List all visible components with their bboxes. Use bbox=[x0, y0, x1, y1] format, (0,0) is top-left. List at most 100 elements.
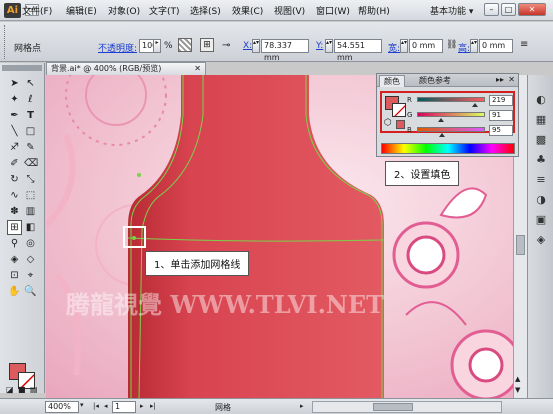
prev-page-icon[interactable]: ◂ bbox=[104, 402, 108, 410]
document-tab[interactable]: 背景.ai* @ 400% (RGB/预览) ✕ bbox=[46, 62, 206, 75]
scroll-up-icon[interactable]: ▲ bbox=[515, 375, 520, 383]
gradient-tool-icon[interactable]: ◧ bbox=[24, 221, 37, 234]
tab-color[interactable]: 颜色 bbox=[379, 75, 405, 87]
opacity-dropdown-icon[interactable]: ▸ bbox=[153, 39, 161, 53]
width-stepper[interactable]: ▴▾ bbox=[400, 39, 408, 53]
color-panel-icon[interactable]: ◐ bbox=[534, 93, 548, 107]
slider-red[interactable]: R 219 bbox=[407, 94, 515, 108]
warp-tool-icon[interactable]: ∿ bbox=[8, 189, 21, 202]
column-graph-tool-icon[interactable]: ▥ bbox=[24, 205, 37, 218]
web-safe-swatch[interactable] bbox=[396, 120, 405, 129]
tab-color-guide[interactable]: 颜色参考 bbox=[415, 75, 455, 87]
artboard-tool-icon[interactable]: ⊡ bbox=[8, 269, 21, 282]
reference-point-icon[interactable]: ⊞ bbox=[200, 38, 214, 52]
layers-icon[interactable]: ◈ bbox=[534, 233, 548, 247]
width-input[interactable]: 0 mm bbox=[409, 39, 443, 53]
link-icon[interactable]: ⛓ bbox=[446, 40, 457, 50]
symbol-sprayer-tool-icon[interactable]: ✽ bbox=[8, 205, 21, 218]
zoom-field[interactable]: 400% bbox=[45, 401, 79, 413]
slider-blue-thumb[interactable] bbox=[439, 133, 446, 137]
workspace-switcher[interactable]: 基本功能 ▾ bbox=[430, 4, 473, 17]
type-tool-icon[interactable]: T bbox=[24, 109, 37, 122]
close-button[interactable]: ✕ bbox=[518, 3, 546, 16]
slider-blue-track[interactable] bbox=[417, 127, 485, 132]
align-icon[interactable]: ⊸ bbox=[222, 40, 230, 51]
mesh-tool-icon[interactable]: ⊞ bbox=[7, 220, 22, 235]
graphic-styles-icon[interactable]: ▣ bbox=[534, 213, 548, 227]
symbols-icon[interactable]: ♣ bbox=[534, 153, 548, 167]
slider-green-track[interactable] bbox=[417, 112, 485, 117]
gradient-mode-icon[interactable]: ▤ bbox=[30, 385, 38, 394]
menu-type[interactable]: 文字(T) bbox=[149, 4, 180, 17]
out-of-gamut-icon[interactable]: ⬡ bbox=[384, 118, 392, 128]
menu-object[interactable]: 对象(O) bbox=[108, 4, 140, 17]
rotate-tool-icon[interactable]: ↻ bbox=[8, 173, 21, 186]
width-label[interactable]: 宽: bbox=[388, 41, 400, 54]
menu-window[interactable]: 窗口(W) bbox=[316, 4, 350, 17]
scale-tool-icon[interactable]: ⤡ bbox=[24, 173, 37, 186]
maximize-button[interactable]: □ bbox=[501, 3, 516, 16]
color-guide-icon[interactable]: ▦ bbox=[534, 113, 548, 127]
live-paint-selection-tool-icon[interactable]: ◇ bbox=[24, 253, 37, 266]
first-page-icon[interactable]: |◂ bbox=[93, 402, 99, 410]
panel-close-icon[interactable]: ✕ bbox=[508, 75, 515, 84]
eraser-tool-icon[interactable]: ⌫ bbox=[24, 157, 38, 170]
blend-tool-icon[interactable]: ◎ bbox=[24, 237, 37, 250]
scroll-thumb[interactable] bbox=[516, 235, 525, 255]
h-scroll-thumb[interactable] bbox=[373, 403, 413, 411]
color-mode-icon[interactable]: ■ bbox=[18, 385, 26, 394]
magic-wand-tool-icon[interactable]: ✦ bbox=[8, 93, 21, 106]
height-input[interactable]: 0 mm bbox=[479, 39, 513, 53]
mesh-point[interactable] bbox=[137, 173, 141, 177]
next-page-icon[interactable]: ▸ bbox=[140, 402, 144, 410]
scroll-down-icon[interactable]: ▼ bbox=[515, 386, 520, 394]
menu-effect[interactable]: 效果(C) bbox=[232, 4, 263, 17]
slider-blue[interactable]: B 95 bbox=[407, 124, 515, 138]
y-label[interactable]: Y: bbox=[316, 41, 323, 51]
opacity-label[interactable]: 不透明度: bbox=[98, 41, 137, 54]
slider-green[interactable]: G 91 bbox=[407, 109, 515, 123]
zoom-tool-icon[interactable]: 🔍 bbox=[24, 285, 37, 298]
appearance-icon[interactable]: ◑ bbox=[534, 193, 548, 207]
slider-green-thumb[interactable] bbox=[438, 118, 445, 122]
free-transform-tool-icon[interactable]: ⬚ bbox=[24, 189, 37, 202]
menu-edit[interactable]: 编辑(E) bbox=[66, 4, 97, 17]
live-paint-tool-icon[interactable]: ◈ bbox=[8, 253, 21, 266]
color-spectrum[interactable] bbox=[381, 143, 515, 154]
panel-menu-icon[interactable]: ≡ bbox=[520, 39, 528, 50]
slider-blue-value[interactable]: 95 bbox=[489, 125, 513, 136]
x-input[interactable]: 78.337 mm bbox=[261, 39, 309, 62]
y-stepper[interactable]: ▴▾ bbox=[325, 39, 333, 53]
default-colors-icon[interactable]: ◪ bbox=[6, 385, 14, 394]
x-label[interactable]: X: bbox=[243, 41, 252, 51]
y-input[interactable]: 54.551 mm bbox=[334, 39, 382, 62]
height-stepper[interactable]: ▴▾ bbox=[470, 39, 478, 53]
menu-file[interactable]: 文件(F) bbox=[22, 4, 52, 17]
pencil-tool-icon[interactable]: ✎ bbox=[24, 141, 37, 154]
paintbrush-tool-icon[interactable]: ♐ bbox=[8, 141, 21, 154]
slider-green-value[interactable]: 91 bbox=[489, 110, 513, 121]
slider-red-thumb[interactable] bbox=[472, 103, 479, 107]
height-label[interactable]: 高: bbox=[458, 41, 470, 54]
bottle-shape[interactable] bbox=[128, 75, 384, 398]
page-field[interactable]: 1 bbox=[112, 401, 136, 413]
last-page-icon[interactable]: ▸| bbox=[150, 402, 156, 410]
selection-tool-icon[interactable]: ➤ bbox=[8, 77, 21, 90]
blob-brush-tool-icon[interactable]: ✐ bbox=[8, 157, 21, 170]
style-swatch-icon[interactable] bbox=[178, 38, 192, 52]
collapse-icon[interactable]: ▸▸ bbox=[496, 75, 504, 84]
menu-select[interactable]: 选择(S) bbox=[190, 4, 221, 17]
slider-red-value[interactable]: 219 bbox=[489, 95, 513, 106]
x-stepper[interactable]: ▴▾ bbox=[252, 39, 260, 53]
mesh-point[interactable] bbox=[132, 236, 136, 240]
line-tool-icon[interactable]: ╲ bbox=[8, 125, 21, 138]
slice-tool-icon[interactable]: ⌖ bbox=[24, 269, 37, 282]
menu-help[interactable]: 帮助(H) bbox=[358, 4, 390, 17]
close-tab-icon[interactable]: ✕ bbox=[194, 63, 201, 75]
hand-tool-icon[interactable]: ✋ bbox=[8, 285, 21, 298]
lasso-tool-icon[interactable]: ℓ bbox=[24, 93, 37, 106]
tools-panel-header[interactable] bbox=[2, 65, 42, 71]
pen-tool-icon[interactable]: ✒ bbox=[8, 109, 21, 122]
direct-selection-tool-icon[interactable]: ↖ bbox=[24, 77, 37, 90]
minimize-button[interactable]: – bbox=[484, 3, 499, 16]
